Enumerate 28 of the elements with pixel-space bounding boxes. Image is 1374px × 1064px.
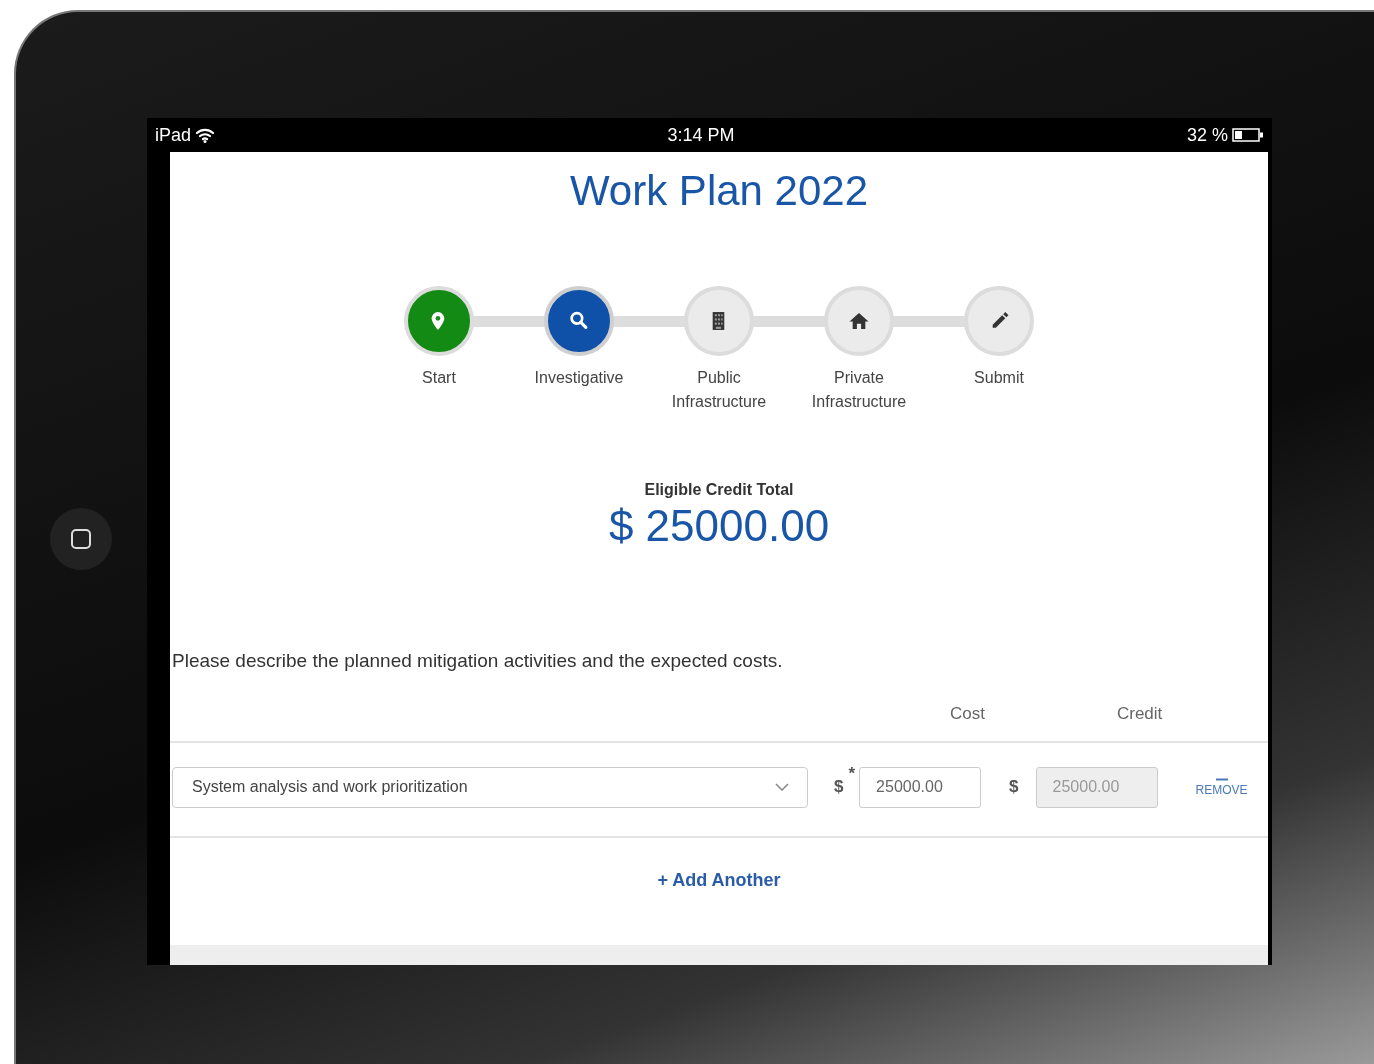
column-header: Credit bbox=[1116, 703, 1163, 726]
credit-total-label: Eligible Credit Total bbox=[644, 480, 794, 501]
currency-symbol: $ bbox=[834, 776, 844, 799]
step-label: Start bbox=[421, 368, 457, 389]
add-another-button[interactable]: + Add Another bbox=[651, 865, 787, 895]
step-label: Private Infrastructure bbox=[810, 368, 908, 413]
page-title: Work Plan 2022 bbox=[569, 168, 869, 215]
minus-icon bbox=[1215, 778, 1228, 782]
required-mark: * bbox=[848, 762, 856, 785]
remove-button[interactable]: REMOVE bbox=[1195, 778, 1248, 797]
wifi-icon bbox=[195, 127, 216, 143]
instruction-text: Please describe the planned mitigation activities and the expected costs. bbox=[172, 648, 783, 673]
chevron-down-icon bbox=[775, 783, 789, 792]
step-label: Submit bbox=[973, 368, 1025, 389]
credit-total-amount: $ 25000.00 bbox=[608, 502, 830, 551]
step-label: Investigative bbox=[533, 368, 625, 389]
clock-time: 3:14 PM bbox=[667, 123, 735, 147]
search-icon bbox=[569, 311, 589, 332]
column-header: Cost bbox=[950, 703, 985, 726]
device-name: iPad bbox=[155, 123, 192, 147]
cost-input[interactable]: 25000.00 bbox=[859, 766, 982, 808]
battery-icon bbox=[1232, 128, 1264, 142]
battery-percent: 32 % bbox=[1186, 123, 1228, 147]
square-icon bbox=[70, 528, 92, 550]
house-icon bbox=[849, 311, 869, 332]
step-label: Public Infrastructure bbox=[670, 368, 768, 413]
activity-select[interactable]: System analysis and work prioritization bbox=[172, 766, 808, 808]
currency-symbol: $ bbox=[1009, 776, 1019, 799]
